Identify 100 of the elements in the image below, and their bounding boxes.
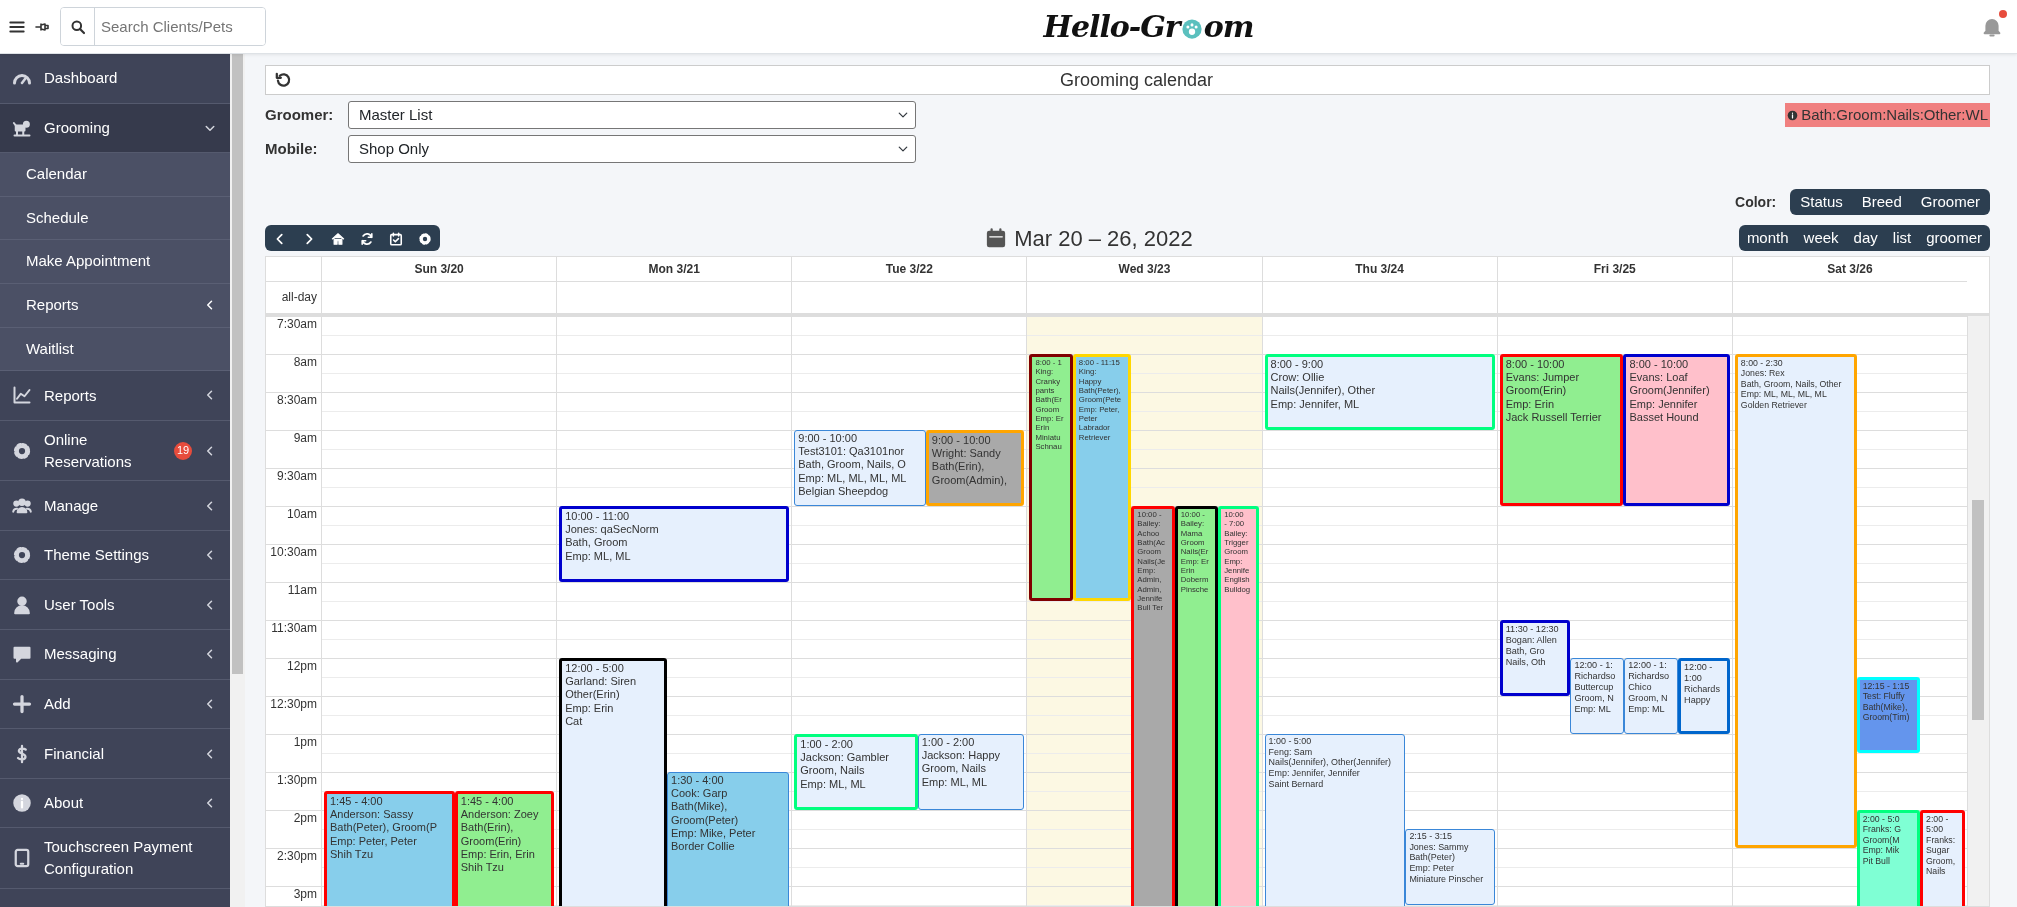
event-text: Emp: ML	[1574, 703, 1612, 715]
event-text: Emp: ML, ML, ML, ML	[798, 471, 907, 485]
view-button[interactable]: month	[1738, 225, 1797, 251]
notification-dot	[1999, 10, 2007, 18]
event-text: Richardso	[1574, 670, 1616, 682]
event-text: Richards	[1684, 683, 1720, 695]
appointment-block[interactable]: 12:00 - 1:00 Richards Happy	[1678, 658, 1730, 734]
event-text: Bath(Mike),	[1862, 701, 1909, 713]
appointment-block[interactable]: 2:00 - 5:00 Franks: Sugar Groom, Nails	[1920, 810, 1965, 906]
field-label: Mobile:	[265, 138, 319, 159]
appointment-block[interactable]: 1:00 - 5:00 Feng: Sam Nails(Jennifer), Other(Jennifer) Emp: Jennifer, Jennifer Saint Bernard	[1264, 734, 1406, 906]
event-text: Emp: ML	[1628, 703, 1666, 715]
color-label: Color:	[1735, 192, 1777, 212]
sidebar-item[interactable]: Messaging	[0, 630, 230, 680]
time-label: 11am	[286, 583, 318, 599]
appointment-block[interactable]: 1:30 - 4:00 Cook: Garp Bath(Mike), Groom(Peter) Emp: Mike, Peter Border Collie	[667, 772, 790, 906]
appointment-block[interactable]: 8:00 - 10:00 Evans: Loaf Groom(Jennifer) Emp: Jennifer Basset Hound	[1623, 354, 1730, 506]
undo-icon[interactable]	[274, 71, 292, 89]
event-text: Test3101: Qa3101nor	[798, 445, 906, 459]
sidebar-item[interactable]: About	[0, 778, 230, 829]
event-text: 8:00 - 9:00	[1270, 358, 1325, 372]
appointment-block[interactable]: 8:00 - 2:30 Jones: Rex Bath, Groom, Nails, Other Emp: ML, ML, ML, ML Golden Retriever	[1734, 354, 1857, 848]
all-day-label: all-day	[280, 289, 318, 306]
tablet-icon	[12, 848, 32, 869]
event-text: Emp: Erin, Erin	[460, 847, 536, 861]
appointment-block[interactable]: 2:15 - 3:15 Jones: Sammy Bath(Peter) Emp: Peter Miniature Pinscher	[1405, 829, 1495, 905]
previous-button[interactable]	[265, 225, 295, 251]
event-text: Anderson: Sassy	[330, 808, 415, 822]
event-text: Pit Bull	[1862, 855, 1891, 867]
field-label: Groomer:	[265, 104, 335, 125]
appointment-block[interactable]: 12:15 - 1:15 Test: Fluffy Bath(Mike), Groom(Tim)	[1856, 677, 1921, 753]
appointment-block[interactable]: 10:00 - 11:00 Jones: qaSecNorm Bath, Groom Emp: ML, ML	[559, 506, 790, 582]
legend-tag: Bath:Groom:Nails:Other:WL	[1785, 102, 1990, 128]
event-text: 9:00 - 10:00	[931, 434, 992, 448]
refresh-icon	[360, 232, 374, 247]
view-button[interactable]: day	[1845, 225, 1886, 251]
appointment-block[interactable]: 11:30 - 12:30 Bogan: Allen Bath, Gro Nails, Oth	[1499, 620, 1571, 696]
event-text: Franks: G	[1862, 824, 1901, 835]
event-text: Emp: ML, ML, ML, ML	[1740, 389, 1828, 400]
view-button[interactable]: week	[1795, 225, 1847, 251]
chat-icon	[12, 644, 32, 665]
time-label: 9:30am	[275, 469, 318, 485]
appointment-block[interactable]: 1:45 - 4:00 Anderson: Zoey Bath(Erin), Groom(Erin) Emp: Erin, Erin Shih Tzu	[454, 791, 554, 906]
settings-button[interactable]	[410, 225, 440, 251]
event-text: 1:30 - 4:00	[671, 774, 725, 788]
event-text: Bath, Groom, Nails, Other	[1740, 378, 1842, 390]
event-text: Wright: Sandy	[931, 447, 1002, 461]
color-mode-button[interactable]: Status	[1790, 189, 1853, 215]
paw-icon	[1180, 17, 1203, 40]
color-mode-button[interactable]: Groomer	[1910, 189, 1990, 215]
sidebar-item[interactable]: Online Reservations 19	[0, 420, 230, 482]
appointment-block[interactable]: 8:00 - 9:00 Crow: Ollie Nails(Jennifer), Other Emp: Jennifer, ML	[1264, 354, 1495, 430]
dropdown-field[interactable]: Shop Only	[348, 135, 916, 163]
event-text: 1:00 - 2:00	[921, 736, 976, 750]
event-text: Belgian Sheepdog	[798, 484, 890, 498]
info-icon	[12, 793, 32, 814]
dropdown-field[interactable]: Master List	[348, 101, 916, 129]
event-text: Jones: Sammy	[1409, 841, 1470, 853]
event-text: Emp: Mike, Peter	[671, 826, 756, 840]
event-text: 8:00 - 2:30	[1740, 358, 1784, 369]
event-text: 1:00 - 2:00	[800, 738, 854, 752]
time-label: 12pm	[285, 659, 318, 675]
event-text: 10:00 - 11:00	[565, 510, 631, 524]
day-header: Thu 3/24	[1261, 257, 1497, 282]
time-label: 10:30am	[269, 545, 318, 561]
appointment-block[interactable]: 9:00 - 10:00 Wright: Sandy Bath(Erin), Groom(Admin),	[925, 430, 1025, 506]
event-text: Garland: Siren	[565, 675, 637, 689]
search-field[interactable]: Search Clients/Pets	[60, 7, 266, 46]
appointment-block[interactable]: 12:00 - 1: Richardso Chico Groom, N Emp: ML	[1624, 658, 1679, 734]
event-text: Miniature Pinscher	[1409, 873, 1484, 885]
event-text: Nails(Jennifer), Other	[1270, 384, 1376, 398]
appointment-block[interactable]: 12:00 - 5:00 Garland: Siren Other(Erin) Emp: Erin Cat	[559, 658, 668, 906]
event-text: 8:00 - 10:00	[1505, 358, 1566, 372]
calendar-check-icon	[389, 232, 403, 247]
event-text: Bath(Peter)	[1409, 852, 1456, 864]
event-text: Shih Tzu	[330, 847, 375, 861]
appointment-block[interactable]: 1:45 - 4:00 Anderson: Sassy Bath(Peter), Groom(P Emp: Peter, Peter Shih Tzu	[324, 791, 455, 906]
appointment-block[interactable]: 9:00 - 10:00 Test3101: Qa3101nor Bath, Groom, Nails, O Emp: ML, ML, ML, ML Belgian Sheepdog	[794, 430, 926, 506]
date-range-title: Mar 20 – 26, 2022	[1014, 224, 1193, 253]
view-button[interactable]: groomer	[1918, 225, 1990, 251]
appointment-block[interactable]: 8:00 - 10:00 Evans: Jumper Groom(Erin) Emp: Erin Jack Russell Terrier	[1499, 354, 1624, 506]
event-text: 2:00 -	[1926, 814, 1950, 825]
event-text: Groom(Tim)	[1862, 712, 1910, 723]
event-text: Chico	[1628, 681, 1653, 693]
event-text: Jackson: Happy	[921, 749, 1000, 763]
scrollbar[interactable]	[230, 54, 245, 907]
user-icon	[12, 594, 32, 615]
appointment-block[interactable]: 2:00 - 5:0 Franks: G Groom(M Emp: Mik Pit Bull	[1856, 810, 1921, 906]
appointment-block[interactable]: 1:00 - 2:00 Jackson: Happy Groom, Nails Emp: ML, ML	[917, 734, 1025, 810]
event-text: 12:15 - 1:15	[1862, 681, 1910, 692]
time-label: 1:30pm	[275, 773, 318, 789]
appointment-block[interactable]: 12:00 - 1: Richardso Buttercup Groom, N Emp: ML	[1570, 658, 1625, 734]
search-icon	[69, 18, 86, 35]
color-mode-button[interactable]: Breed	[1851, 189, 1912, 215]
event-text: Groom,	[1926, 855, 1956, 867]
day-header: Tue 3/22	[791, 257, 1027, 282]
scrollbar[interactable]	[1967, 316, 1989, 906]
appointment-block[interactable]: 1:00 - 2:00 Jackson: Gambler Groom, Nails Emp: ML, ML	[794, 734, 918, 810]
event-text: Nails, Oth	[1505, 656, 1547, 668]
event-text: Emp: Erin	[565, 701, 615, 715]
